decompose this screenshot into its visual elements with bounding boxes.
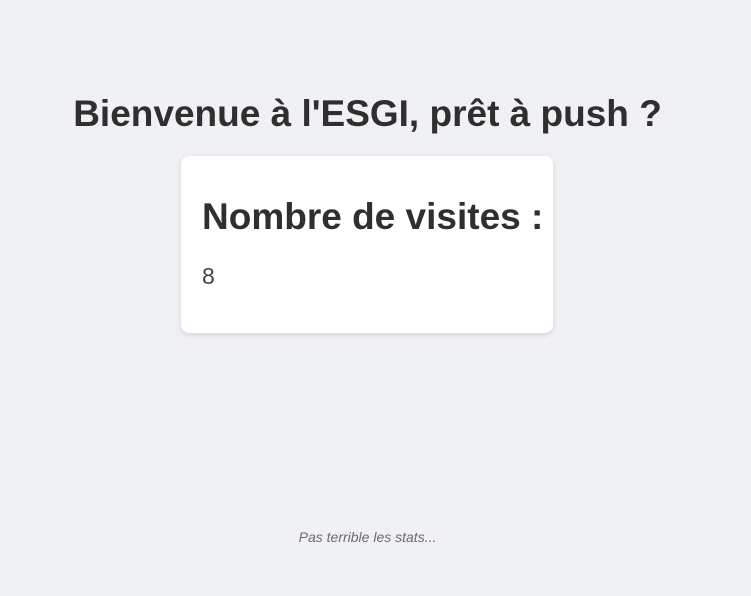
visits-card: Nombre de visites : 8 (181, 156, 553, 333)
page: Bienvenue à l'ESGI, prêt à push ? Nombre… (0, 0, 751, 596)
page-title: Bienvenue à l'ESGI, prêt à push ? (73, 93, 662, 134)
visits-count: 8 (202, 263, 215, 289)
visits-card-heading: Nombre de visites : (202, 196, 544, 237)
footer-note: Pas terrible les stats... (298, 529, 437, 545)
